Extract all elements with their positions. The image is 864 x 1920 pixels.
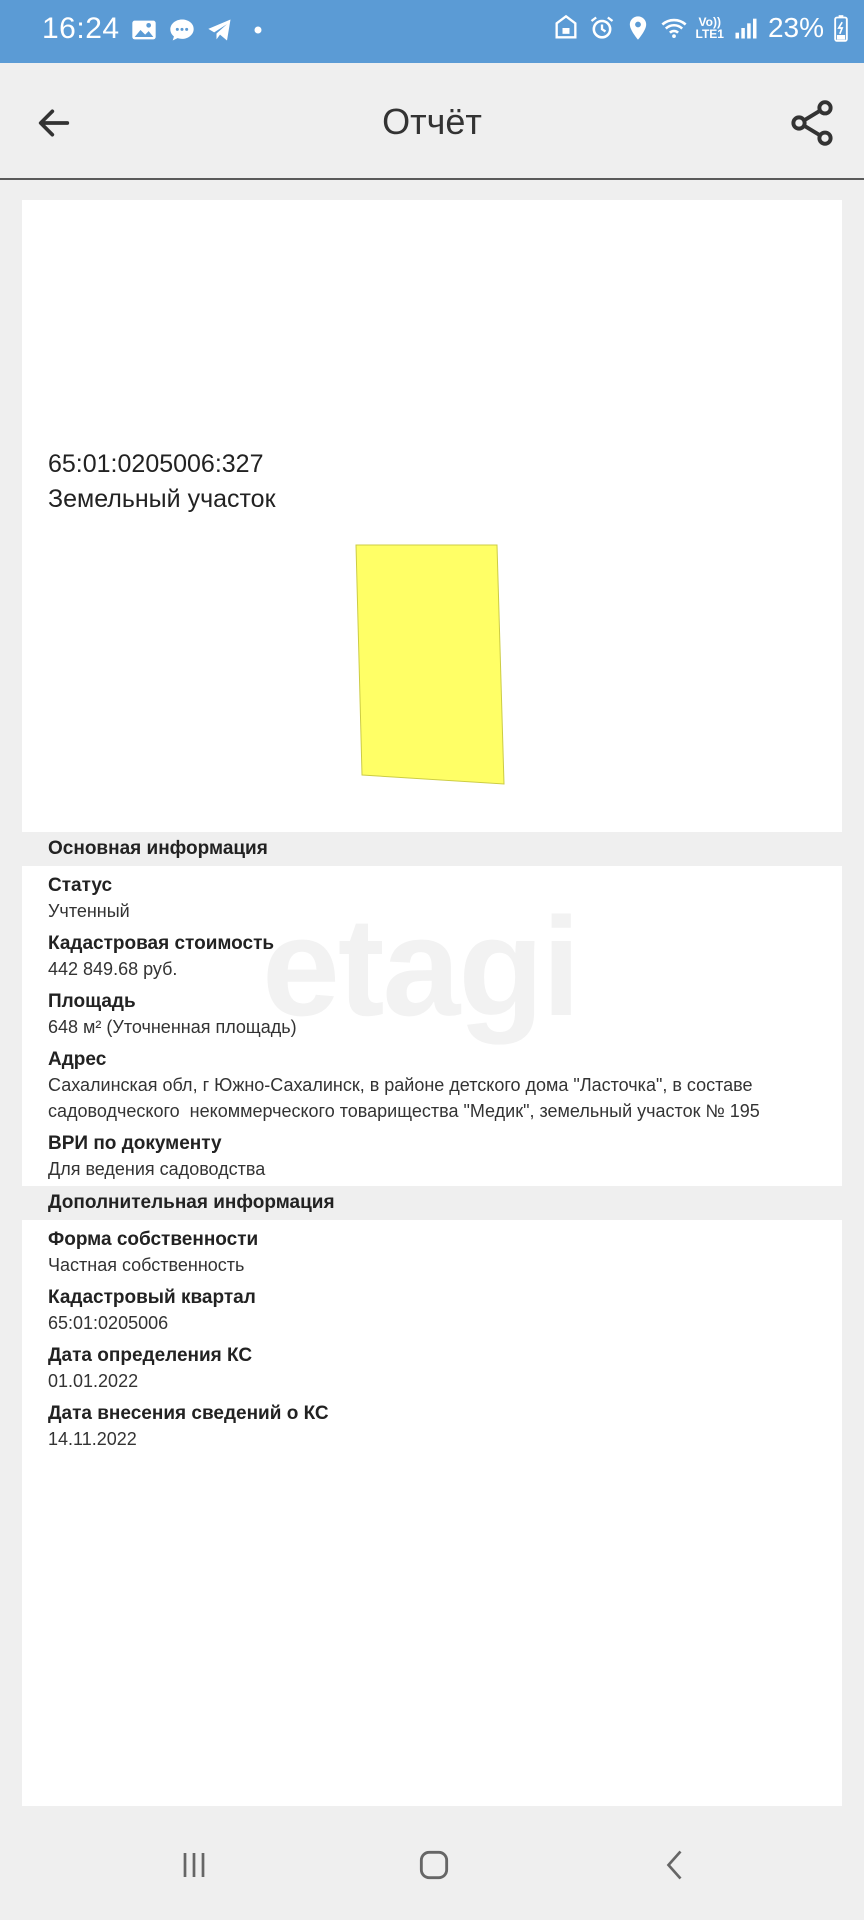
lock-icon [552,14,580,42]
main-info-block: etagi Статус Учтенный Кадастровая стоимо… [22,866,842,1186]
object-card: 65:01:0205006:327 Земельный участок [22,200,842,832]
field-value: Сахалинская обл, г Южно-Сахалинск, в рай… [48,1075,760,1121]
land-plot-shape [355,544,505,785]
field-value: 65:01:0205006 [48,1313,169,1333]
lte-label: LTE1 [695,27,724,41]
land-plot-polygon [355,544,505,785]
telegram-icon [206,16,234,44]
field-area: Площадь 648 м² (Уточненная площадь) [48,990,816,1040]
share-button[interactable] [782,93,842,153]
status-bar: 16:24 Vo)) LTE1 23% [0,0,864,63]
battery-charging-icon [832,14,850,42]
chevron-left-icon [666,1850,682,1880]
field-value: Для ведения садоводства [48,1159,266,1179]
chat-icon [168,16,196,44]
signal-icon [732,14,760,42]
field-value: 14.11.2022 [48,1429,137,1449]
field-label: Дата определения КС [48,1345,253,1366]
extra-info-header: Дополнительная информация [48,1192,335,1213]
status-time: 16:24 [42,12,120,45]
home-icon [419,1850,449,1880]
battery-percent: 23% [767,12,824,43]
report-content: 65:01:0205006:327 Земельный участок Осно… [22,200,842,1806]
main-info-header: Основная информация [48,838,268,859]
system-nav-bar [0,1810,864,1920]
share-icon [791,100,833,146]
recent-apps-icon [183,1853,205,1877]
field-label: Площадь [48,991,136,1012]
field-value: 01.01.2022 [48,1371,139,1391]
field-value: Учтенный [48,901,130,921]
system-icons: Vo)) LTE1 23% [552,12,851,44]
field-label: ВРИ по документу [48,1133,222,1154]
recent-apps-button[interactable] [164,1840,224,1890]
field-cadastral-quarter: Кадастровый квартал 65:01:0205006 [48,1286,816,1336]
field-label: Форма собственности [48,1229,259,1250]
gallery-icon [130,16,158,44]
lte-indicator: Vo)) LTE1 [696,16,724,40]
notification-icons [130,16,272,44]
location-icon [624,14,652,42]
field-label: Дата внесения сведений о КС [48,1403,329,1424]
alarm-icon [588,14,616,42]
cadastral-number: 65:01:0205006:327 [48,450,264,478]
field-label: Адрес [48,1049,107,1070]
field-label: Статус [48,875,113,896]
empty-area [22,1464,842,1806]
field-value: Частная собственность [48,1255,245,1275]
field-label: Кадастровая стоимость [48,933,275,954]
wifi-icon [660,14,688,42]
more-notifications-dot-icon [244,16,272,44]
field-value: 648 м² (Уточненная площадь) [48,1017,297,1037]
field-valuation-date: Дата определения КС 01.01.2022 [48,1344,816,1394]
field-entry-date: Дата внесения сведений о КС 14.11.2022 [48,1402,816,1452]
field-status: Статус Учтенный [48,874,816,924]
field-permitted-use: ВРИ по документу Для ведения садоводства [48,1132,816,1182]
field-ownership: Форма собственности Частная собственност… [48,1228,816,1278]
object-type: Земельный участок [48,485,276,513]
extra-info-block: Форма собственности Частная собственност… [22,1220,842,1464]
app-bar: Отчёт [0,63,864,180]
field-value: 442 849.68 руб. [48,959,178,979]
field-label: Кадастровый квартал [48,1287,256,1308]
field-address: Адрес Сахалинская обл, г Южно-Сахалинск,… [48,1048,816,1124]
page-title: Отчёт [382,101,482,142]
system-back-button[interactable] [646,1840,706,1890]
home-button[interactable] [404,1840,464,1890]
field-cadastral-value: Кадастровая стоимость 442 849.68 руб. [48,932,816,982]
